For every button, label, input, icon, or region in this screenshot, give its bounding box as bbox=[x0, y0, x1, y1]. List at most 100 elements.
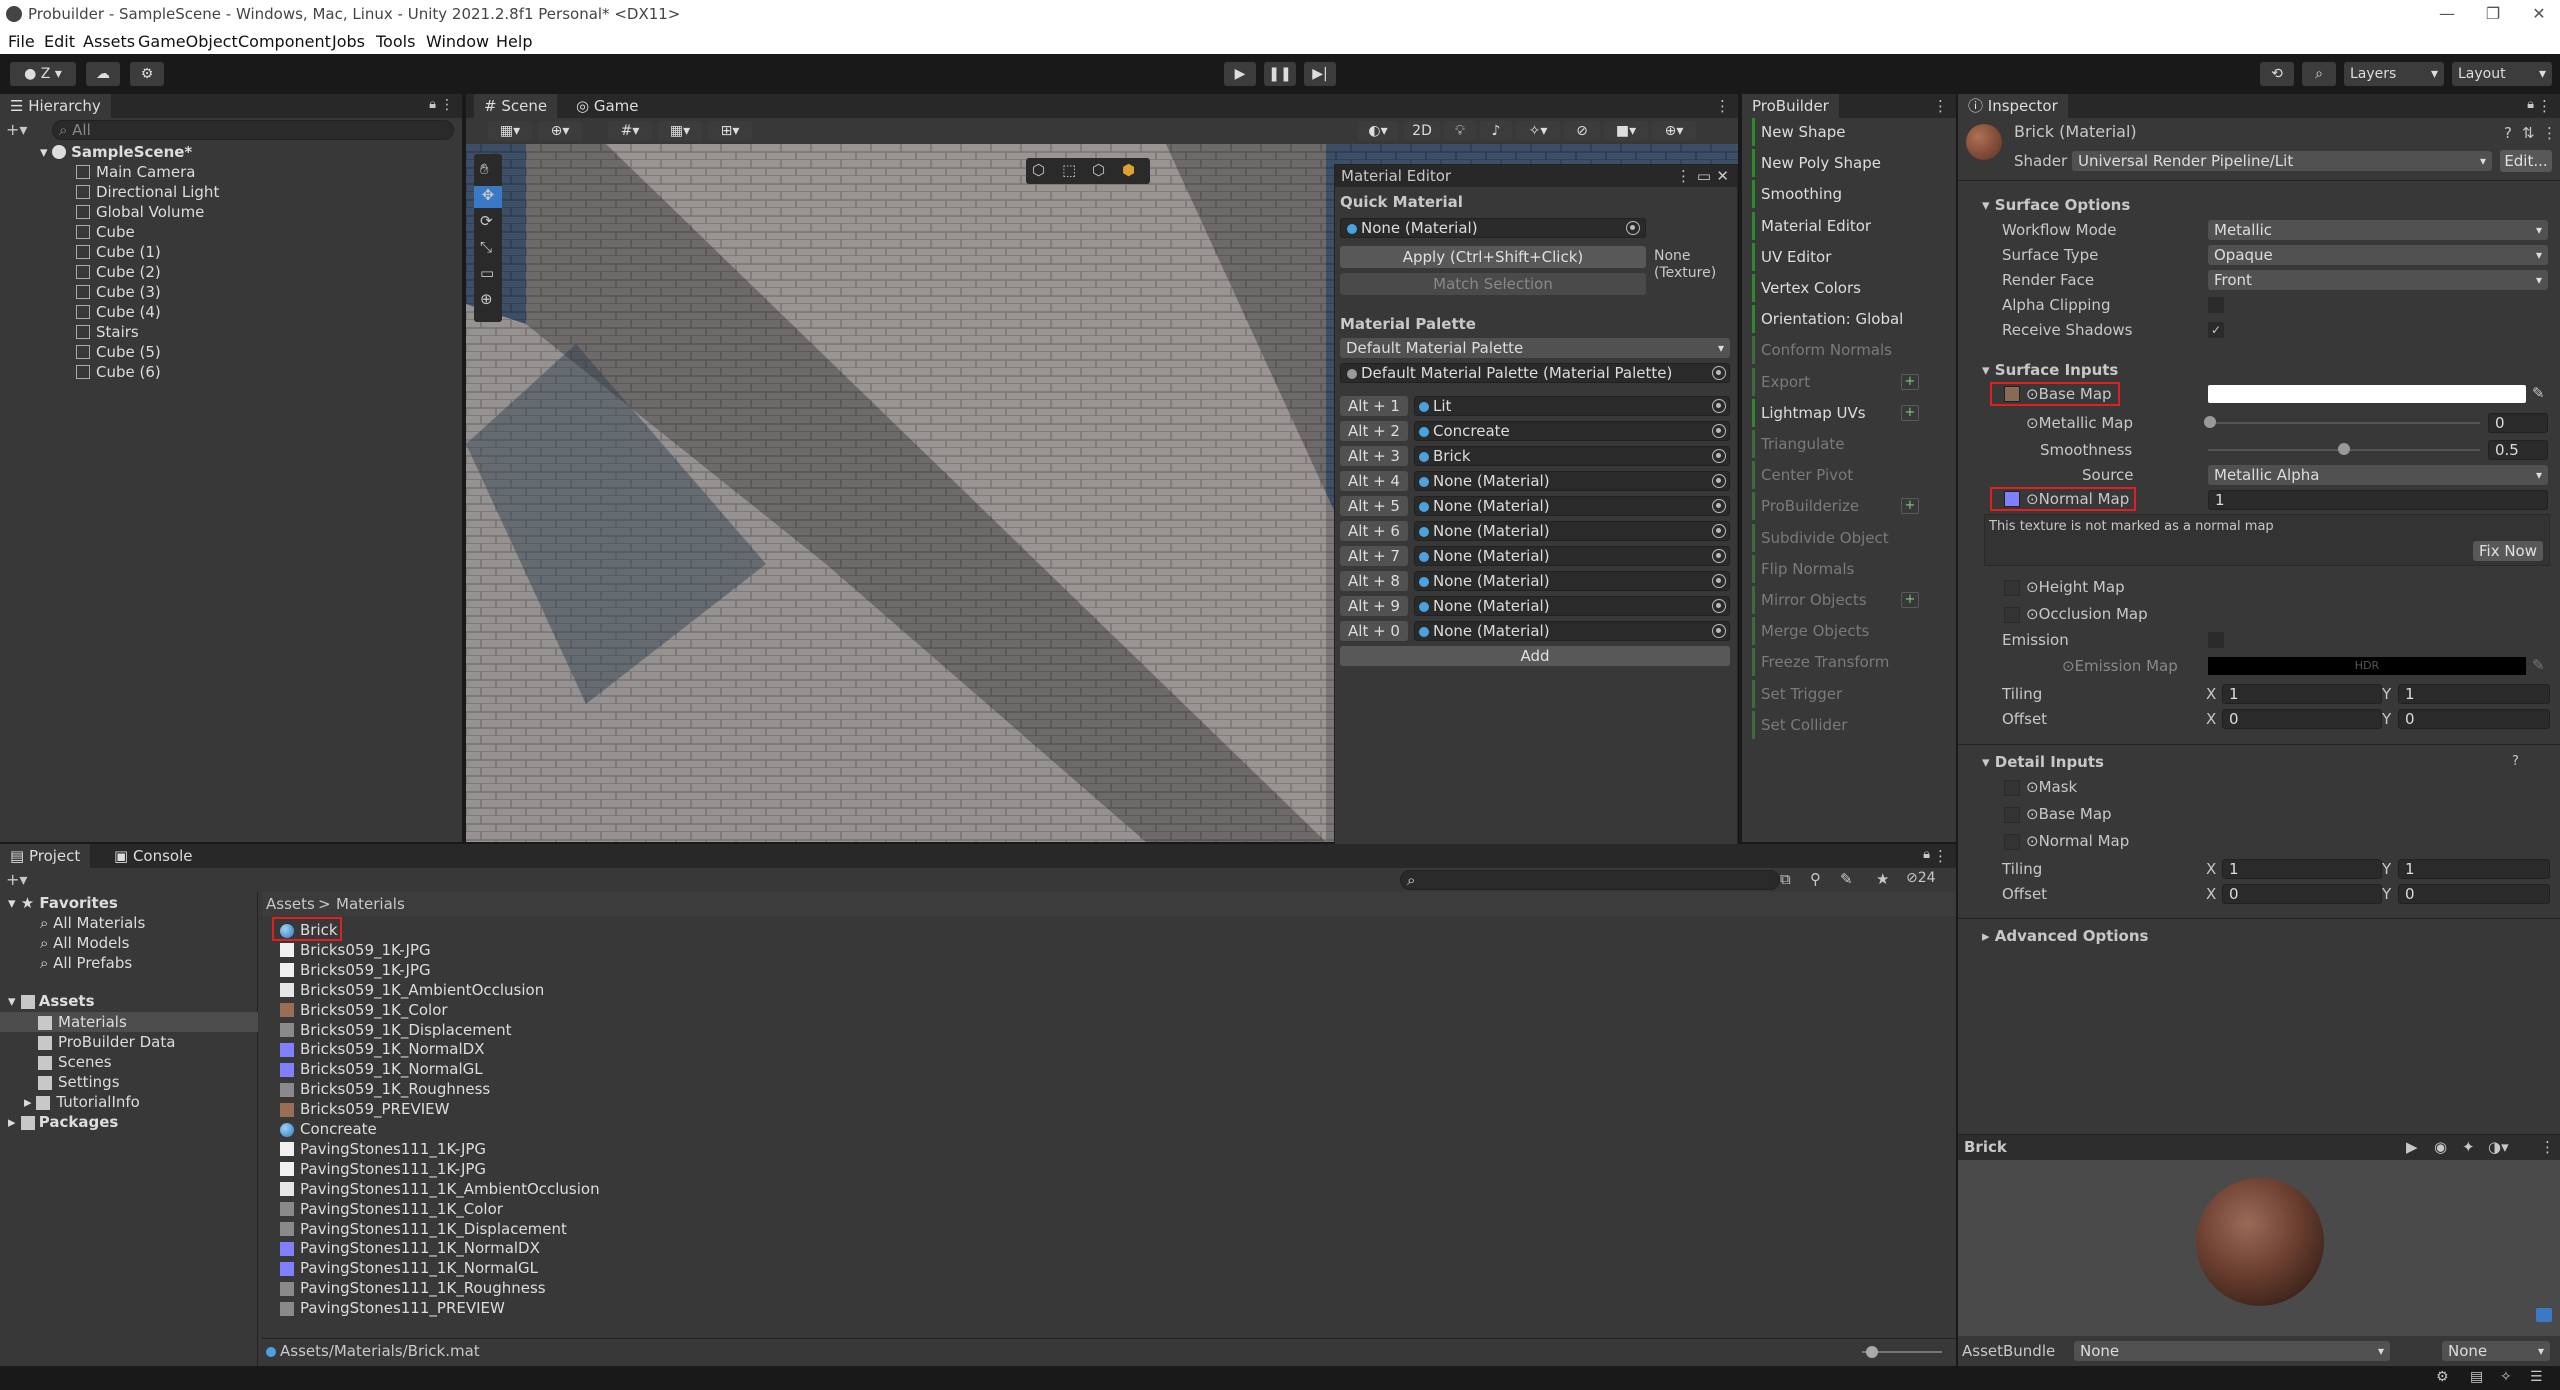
shortcut-key-button[interactable]: Alt + 7 bbox=[1340, 546, 1408, 566]
palette-material-field[interactable]: Concreate bbox=[1414, 421, 1730, 441]
hierarchy-search-input[interactable]: ⌕ All bbox=[52, 120, 454, 140]
grid-snap-icon[interactable]: #▾ bbox=[608, 121, 652, 141]
surface-options-foldout[interactable]: ▾ Surface Options bbox=[1982, 195, 2130, 215]
tab-hierarchy[interactable]: ☰ Hierarchy bbox=[0, 94, 111, 118]
assetbundle-variant-dropdown[interactable]: None bbox=[2442, 1341, 2550, 1361]
object-picker-icon[interactable] bbox=[1712, 549, 1726, 563]
object-picker-icon[interactable] bbox=[1712, 574, 1726, 588]
object-picker-icon[interactable] bbox=[1712, 424, 1726, 438]
shortcut-key-button[interactable]: Alt + 3 bbox=[1340, 446, 1408, 466]
object-picker-icon[interactable] bbox=[1712, 499, 1726, 513]
play-button[interactable]: ▶ bbox=[1224, 62, 1256, 86]
palette-material-field[interactable]: None (Material) bbox=[1414, 596, 1730, 616]
base-map-texture-slot[interactable] bbox=[2004, 386, 2020, 402]
menu-tools[interactable]: Tools bbox=[376, 32, 415, 51]
menu-edit[interactable]: Edit bbox=[44, 32, 75, 51]
assets-foldout[interactable]: ▾ Assets bbox=[8, 991, 95, 1011]
asset-file-item[interactable]: PavingStones111_1K_Displacement bbox=[280, 1219, 567, 1239]
advanced-options-foldout[interactable]: ▸ Advanced Options bbox=[1982, 926, 2148, 946]
asset-file-item[interactable]: Bricks059_1K_NormalGL bbox=[280, 1059, 483, 1079]
normal-map-texture-slot[interactable] bbox=[2004, 491, 2020, 507]
preview-sphere-icon[interactable]: ◉ bbox=[2434, 1138, 2447, 1156]
folder-probuilder-data[interactable]: ProBuilder Data bbox=[38, 1032, 175, 1052]
shortcut-key-button[interactable]: Alt + 0 bbox=[1340, 621, 1408, 641]
tag-icon[interactable] bbox=[2536, 1308, 2552, 1322]
preview-mesh-icon[interactable]: ◑▾ bbox=[2488, 1138, 2509, 1156]
hierarchy-item[interactable]: Cube (6) bbox=[76, 362, 161, 382]
asset-file-item[interactable]: Bricks059_1K_Roughness bbox=[280, 1079, 490, 1099]
offset-x-field[interactable]: 0 bbox=[2222, 709, 2382, 729]
asset-file-item[interactable]: Bricks059_1K_AmbientOcclusion bbox=[280, 980, 544, 1000]
eyedropper-icon[interactable]: ✎ bbox=[2532, 384, 2545, 402]
asset-file-item[interactable]: Bricks059_PREVIEW bbox=[280, 1099, 449, 1119]
shortcut-key-button[interactable]: Alt + 2 bbox=[1340, 421, 1408, 441]
probuilder-tool-button[interactable]: ProBuilderize + bbox=[1752, 492, 1927, 521]
move-tool-icon[interactable]: ✥ bbox=[474, 186, 502, 208]
visibility-icon[interactable]: ⊘ bbox=[1564, 121, 1600, 141]
menu-assets[interactable]: Assets bbox=[83, 32, 135, 51]
menu-jobs[interactable]: Jobs bbox=[332, 32, 365, 51]
asset-file-item[interactable]: Concreate bbox=[280, 1119, 377, 1139]
pause-button[interactable]: ❚❚ bbox=[1264, 62, 1296, 86]
hidden-packages-count[interactable]: ⊘24 bbox=[1906, 870, 1936, 886]
more-icon[interactable]: ⋮ bbox=[440, 97, 454, 113]
menu-file[interactable]: File bbox=[8, 32, 35, 51]
alpha-clipping-checkbox[interactable] bbox=[2208, 297, 2224, 313]
apply-button[interactable]: Apply (Ctrl+Shift+Click) bbox=[1340, 246, 1646, 268]
probuilder-tool-button[interactable]: Export + bbox=[1752, 367, 1927, 396]
detail-inputs-foldout[interactable]: ▾ Detail Inputs bbox=[1982, 752, 2104, 772]
tab-inspector[interactable]: ⓘ Inspector bbox=[1958, 94, 2068, 118]
collab-icon[interactable]: ⚙ bbox=[130, 62, 164, 86]
hierarchy-item[interactable]: Cube (2) bbox=[76, 262, 161, 282]
vertex-mode-icon[interactable]: ⬚ bbox=[1062, 161, 1076, 179]
hierarchy-item[interactable]: Cube (5) bbox=[76, 342, 161, 362]
object-mode-icon[interactable]: ⬡ bbox=[1032, 161, 1045, 179]
tiling-x-field[interactable]: 1 bbox=[2222, 684, 2382, 704]
shortcut-key-button[interactable]: Alt + 5 bbox=[1340, 496, 1408, 516]
shader-edit-button[interactable]: Edit... bbox=[2500, 150, 2552, 172]
object-picker-icon[interactable] bbox=[1712, 599, 1726, 613]
lock-icon[interactable]: 🔒︎ bbox=[429, 97, 436, 112]
me-more-icon[interactable]: ⋮ bbox=[1676, 167, 1691, 185]
detail-base-map-slot[interactable] bbox=[2004, 807, 2020, 823]
probuilder-tool-button[interactable]: Merge Objects bbox=[1752, 617, 1927, 646]
preview-area[interactable] bbox=[1958, 1160, 2560, 1336]
folder-settings[interactable]: Settings bbox=[38, 1072, 120, 1092]
globe-icon[interactable]: ⊕▾ bbox=[538, 121, 582, 141]
detail-tiling-x-field[interactable]: 1 bbox=[2222, 859, 2382, 879]
probuilder-tool-button[interactable]: Set Trigger bbox=[1752, 679, 1927, 708]
folder-tutorialinfo[interactable]: ▸ TutorialInfo bbox=[24, 1092, 140, 1112]
detail-offset-x-field[interactable]: 0 bbox=[2222, 884, 2382, 904]
tab-scene[interactable]: # Scene bbox=[474, 94, 558, 118]
detail-help-icon[interactable]: ? bbox=[2512, 754, 2519, 769]
palette-dropdown[interactable]: Default Material Palette bbox=[1340, 338, 1730, 358]
maximize-icon[interactable]: ❐ bbox=[2470, 0, 2516, 28]
asset-file-item[interactable]: Brick bbox=[280, 920, 338, 940]
tab-console[interactable]: ▣ Console bbox=[104, 844, 203, 868]
project-more-icon[interactable]: ⋮ bbox=[1933, 847, 1948, 865]
height-map-slot[interactable] bbox=[2004, 580, 2020, 596]
gizmos-icon[interactable]: ⊕▾ bbox=[1652, 121, 1696, 141]
metallic-value-field[interactable]: 0 bbox=[2488, 413, 2548, 433]
preview-play-icon[interactable]: ▶ bbox=[2406, 1138, 2418, 1156]
fav-all-models[interactable]: ⌕ All Models bbox=[40, 933, 129, 953]
palette-material-field[interactable]: None (Material) bbox=[1414, 621, 1730, 641]
probuilder-tool-button[interactable]: Center Pivot bbox=[1752, 461, 1927, 490]
minimize-icon[interactable]: — bbox=[2424, 0, 2470, 28]
hierarchy-item[interactable]: Main Camera bbox=[76, 162, 195, 182]
palette-material-field[interactable]: None (Material) bbox=[1414, 521, 1730, 541]
palette-material-field[interactable]: Brick bbox=[1414, 446, 1730, 466]
menu-component[interactable]: Component bbox=[238, 32, 331, 51]
probuilder-tool-button[interactable]: Mirror Objects + bbox=[1752, 586, 1927, 614]
folder-materials[interactable]: Materials bbox=[38, 1012, 127, 1032]
occlusion-map-slot[interactable] bbox=[2004, 607, 2020, 623]
probuilder-tool-button[interactable]: Orientation: Global bbox=[1752, 305, 1927, 334]
tab-project[interactable]: ▤ Project bbox=[0, 844, 91, 868]
scene-root[interactable]: ▾ SampleScene* bbox=[40, 142, 192, 162]
probuilder-tool-button[interactable]: Smoothing bbox=[1752, 180, 1927, 209]
tiling-y-field[interactable]: 1 bbox=[2398, 684, 2550, 704]
object-picker-icon[interactable] bbox=[1712, 524, 1726, 538]
history-icon[interactable]: ⟲ bbox=[2260, 62, 2294, 86]
mode-2d-button[interactable]: 2D bbox=[1404, 121, 1440, 141]
scene-more-icon[interactable]: ⋮ bbox=[1715, 97, 1730, 115]
